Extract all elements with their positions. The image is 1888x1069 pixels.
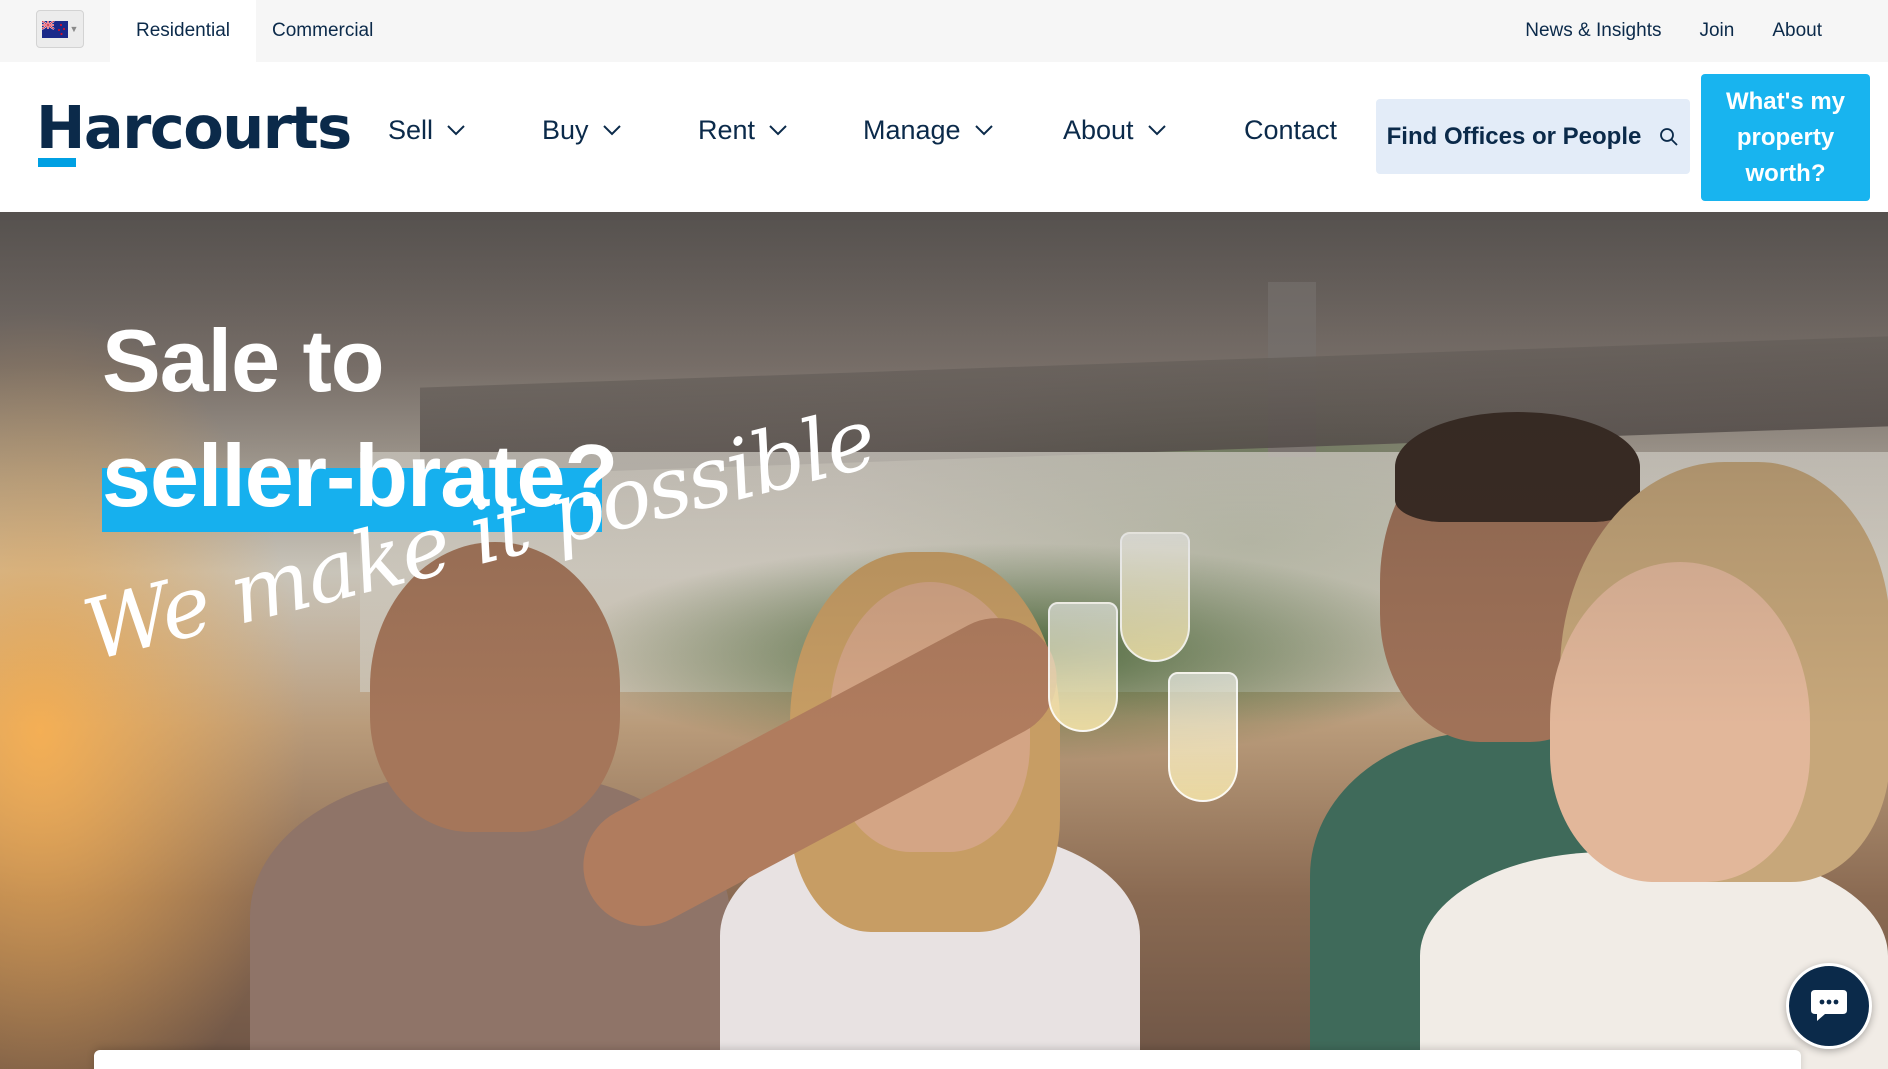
about-link[interactable]: About: [1772, 20, 1822, 42]
find-offices-button[interactable]: Find Offices or People: [1376, 99, 1690, 174]
utility-bar: ▼ Residential Commercial News & Insights…: [0, 0, 1888, 62]
join-link[interactable]: Join: [1699, 20, 1734, 42]
nav-label: Rent: [698, 114, 756, 145]
find-offices-label: Find Offices or People: [1386, 122, 1642, 150]
nav-sell[interactable]: Sell: [388, 106, 465, 154]
news-insights-link[interactable]: News & Insights: [1525, 20, 1661, 42]
search-panel: [94, 1050, 1801, 1069]
region-selector[interactable]: ▼: [36, 10, 84, 48]
nav-label: Manage: [863, 114, 961, 145]
nav-contact[interactable]: Contact: [1244, 106, 1337, 154]
tab-label: Residential: [136, 20, 230, 41]
hero-headline: Sale to: [102, 311, 385, 410]
harcourts-logo[interactable]: Harcourts: [36, 98, 352, 157]
utility-links: News & Insights Join About: [1525, 0, 1822, 62]
nav-buy[interactable]: Buy: [542, 106, 621, 154]
nav-about[interactable]: About: [1063, 106, 1166, 154]
chat-bubble-icon: [1811, 990, 1847, 1021]
search-icon: [1660, 127, 1678, 146]
tab-label: Commercial: [272, 20, 374, 41]
chevron-down-icon: [447, 124, 465, 136]
nav-manage[interactable]: Manage: [863, 106, 993, 154]
chevron-down-icon: [974, 124, 993, 136]
property-worth-label: What's my property worth?: [1725, 87, 1846, 187]
chevron-down-icon: [602, 124, 621, 136]
nav-rent[interactable]: Rent: [698, 106, 787, 154]
hero-banner: Sale to seller-brate? We make it possibl…: [0, 212, 1888, 1069]
nz-flag-icon: [41, 20, 68, 38]
nav-label: Sell: [388, 114, 434, 145]
chevron-down-icon: ▼: [69, 24, 79, 34]
main-navigation: Harcourts Sell Buy Rent Manage About Con…: [0, 62, 1888, 212]
logo-accent-bar: [38, 158, 76, 167]
nav-label: Buy: [542, 114, 589, 145]
tab-commercial[interactable]: Commercial: [246, 0, 399, 62]
chevron-down-icon: [769, 124, 787, 136]
chevron-down-icon: [1147, 124, 1166, 136]
property-worth-button[interactable]: What's my property worth?: [1701, 74, 1870, 201]
nav-label: Contact: [1244, 114, 1338, 145]
nav-label: About: [1063, 114, 1134, 145]
chat-launcher-button[interactable]: [1786, 963, 1872, 1049]
tab-residential[interactable]: Residential: [110, 0, 256, 62]
